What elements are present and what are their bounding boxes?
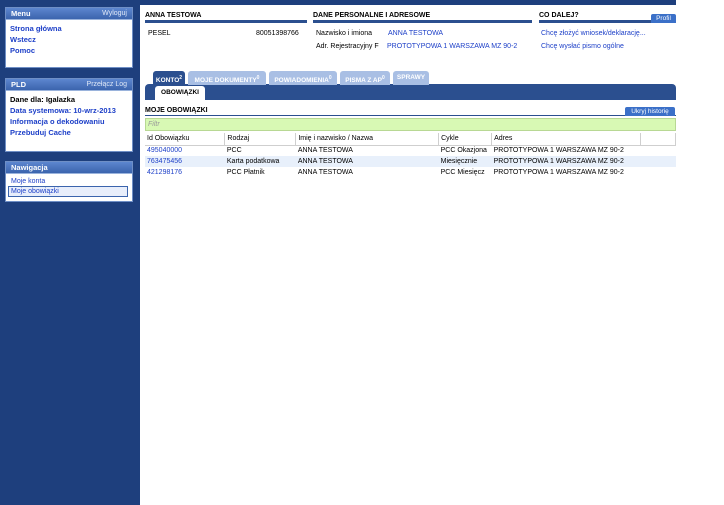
section-title: MOJE OBOWIĄZKI [145,105,676,116]
navigation-panel-title: Nawigacja [11,163,48,172]
cell-extra [641,167,676,178]
sidebar-item-back[interactable]: Wstecz [10,34,128,45]
cell-name: ANNA TESTOWA [297,147,353,155]
person-title: ANNA TESTOWA [145,12,307,23]
tab-cases[interactable]: SPRAWY [393,71,429,85]
cell-name: ANNA TESTOWA [297,169,353,176]
menu-panel-title: Menu [11,9,31,18]
logout-link[interactable]: Wyloguj [102,10,127,17]
tab-konto[interactable]: KONTO2 [153,71,185,85]
tab-bar [145,84,676,100]
system-date[interactable]: Data systemowa: 10-wrz-2013 [10,105,128,116]
tab-my-documents-count: 0 [256,75,260,81]
tab-my-documents[interactable]: MOJE DOKUMENTY0 [188,71,266,85]
sidebar-item-home[interactable]: Strona główna [10,23,128,34]
table-row[interactable]: 421298176 PCC Płatnik ANNA TESTOWA PCC M… [145,167,676,178]
tab-konto-label: KONTO [155,77,180,85]
menu-panel-header: Menu Wyloguj [6,8,132,20]
pesel-label: PESEL [148,30,171,37]
top-strip [140,0,676,5]
tab-notifications[interactable]: POWIADOMIENIA0 [269,71,337,85]
cell-cycles: Miesięcznie [438,156,492,167]
col-header-type[interactable]: Rodzaj [224,133,297,146]
pld-panel: PLD Przełącz Log Dane dla: Igalazka Data… [5,78,133,152]
submit-application-link[interactable]: Chcę złożyć wniosek/deklarację... [541,29,646,38]
menu-panel: Menu Wyloguj Strona główna Wstecz Pomoc [5,7,133,68]
hide-history-button[interactable]: Ukryj historię [625,107,675,116]
switch-log-link[interactable]: Przełącz Log [87,81,127,88]
rebuild-cache-link[interactable]: Przebuduj Cache [10,127,128,138]
col-header-address[interactable]: Adres [491,133,642,146]
cell-id[interactable]: 763475456 [145,156,225,167]
sidebar: Menu Wyloguj Strona główna Wstecz Pomoc … [0,0,140,505]
tab-cases-label: SPRAWY [396,74,426,81]
tab-my-documents-label: MOJE DOKUMENTY [194,77,257,85]
address-label: Adr. Rejestracyjny F [316,43,379,50]
tab-letters-label: PISMA Z AP [345,77,382,85]
pesel-value: 80051398766 [256,30,299,37]
cell-id[interactable]: 421298176 [145,167,225,178]
filter-input[interactable]: Filtr [145,118,676,131]
obligations-table: Id Obowiązku Rodzaj Imię i nazwisko / Na… [145,133,676,178]
cell-type: PCC Płatnik [226,169,265,176]
nav-item-my-obligations[interactable]: Moje obowiązki [8,186,128,197]
name-value[interactable]: ANNA TESTOWA [388,29,443,38]
pld-panel-header: PLD Przełącz Log [6,79,132,91]
col-header-extra [640,133,676,146]
tab-letters-count: 0 [381,75,385,81]
col-header-cycles[interactable]: Cykle [438,133,493,146]
cell-extra [640,156,676,167]
cell-address: PROTOTYPOWA 1 WARSZAWA MZ 90-2 [491,156,641,167]
pld-panel-title: PLD [11,80,26,89]
col-header-name[interactable]: Imię i nazwisko / Nazwa [295,133,440,146]
navigation-panel: Nawigacja Moje konta Moje obowiązki [5,161,133,202]
tab-notifications-count: 0 [328,75,332,81]
sidebar-item-help[interactable]: Pomoc [10,45,128,56]
cell-extra [641,145,676,156]
nav-item-my-accounts[interactable]: Moje konta [10,177,128,186]
decoding-info-link[interactable]: Informacja o dekodowaniu [10,116,128,127]
cell-address: PROTOTYPOWA 1 WARSZAWA MZ 90-2 [493,169,624,176]
cell-type: PCC [226,147,242,155]
name-label: Nazwisko i imiona [316,30,373,37]
send-letter-link[interactable]: Chcę wysłać pismo ogólne [541,42,624,51]
profile-button[interactable]: Profil [651,14,676,23]
cell-id[interactable]: 495040000 [145,145,225,156]
cell-name: ANNA TESTOWA [295,156,439,167]
address-value[interactable]: PROTOTYPOWA 1 WARSZAWA MZ 90-2 [387,42,517,51]
table-header-row: Id Obowiązku Rodzaj Imię i nazwisko / Na… [145,133,676,146]
tab-notifications-label: POWIADOMIENIA [274,77,329,85]
subtab-obligations[interactable]: OBOWIĄZKI [155,86,205,100]
cell-cycles: PCC Okazjona [440,147,487,155]
col-header-id[interactable]: Id Obowiązku [145,133,226,146]
cell-address: PROTOTYPOWA 1 WARSZAWA MZ 90-2 [493,147,624,155]
table-row[interactable]: 495040000 PCC ANNA TESTOWA PCC Okazjona … [145,145,676,156]
navigation-panel-header: Nawigacja [6,162,132,174]
tab-konto-count: 2 [179,75,183,81]
personal-data-title: DANE PERSONALNE I ADRESOWE [313,12,532,23]
table-row[interactable]: 763475456 Karta podatkowa ANNA TESTOWA M… [145,156,676,167]
cell-cycles: PCC Miesięcz [440,169,485,176]
cell-type: Karta podatkowa [224,156,296,167]
user-line: Dane dla: Igalazka [10,95,76,104]
tab-letters[interactable]: PISMA Z AP0 [340,71,390,85]
